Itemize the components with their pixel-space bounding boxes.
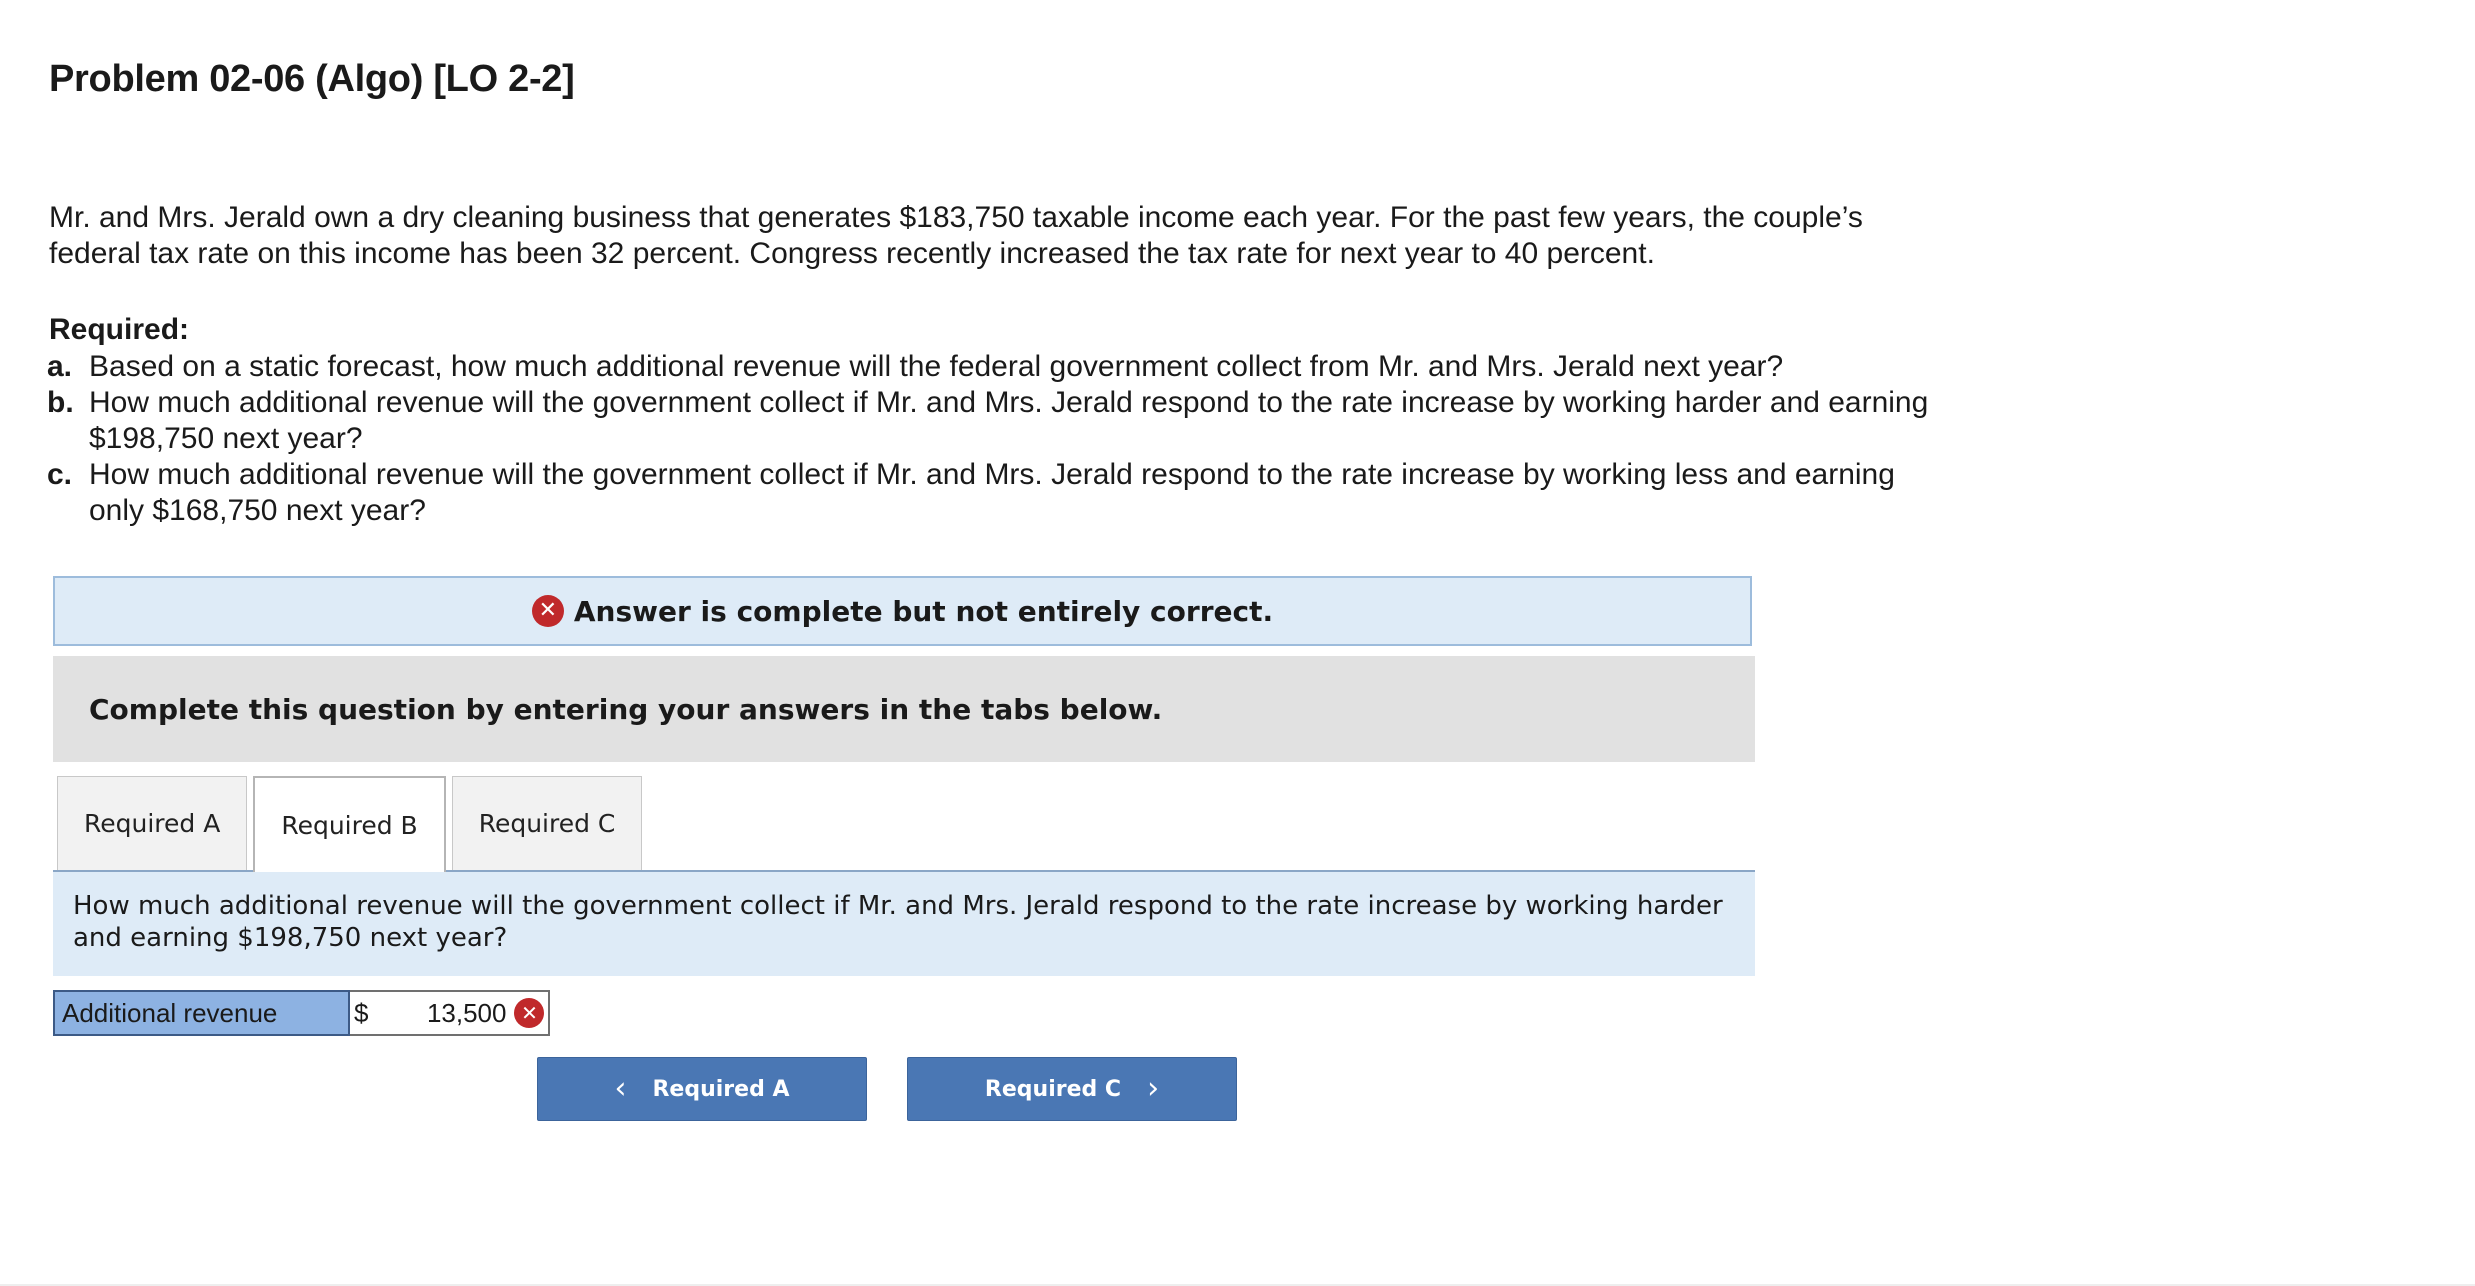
tab-label: Required A <box>84 809 221 838</box>
answer-row: Additional revenue $ ✕ <box>53 990 550 1036</box>
tab-required-b[interactable]: Required B <box>253 776 446 872</box>
chevron-right-icon: › <box>1147 1071 1160 1106</box>
prev-required-a-button[interactable]: ‹ Required A <box>537 1057 867 1121</box>
requirement-c: c. How much additional revenue will the … <box>47 457 1947 529</box>
prev-button-label: Required A <box>652 1076 790 1102</box>
currency-symbol: $ <box>354 997 369 1028</box>
tab-required-c[interactable]: Required C <box>451 776 643 870</box>
tab-label: Required B <box>281 810 418 840</box>
additional-revenue-input[interactable] <box>376 997 507 1029</box>
tab-question: How much additional revenue will the gov… <box>53 872 1755 976</box>
requirement-letter: a. <box>47 350 73 383</box>
requirement-b: b. How much additional revenue will the … <box>47 385 1947 457</box>
page: Problem 02-06 (Algo) [LO 2-2] Mr. and Mr… <box>0 0 2475 1286</box>
required-heading: Required: <box>49 313 190 346</box>
instructions-text: Complete this question by entering your … <box>89 692 1163 726</box>
answer-label: Additional revenue <box>53 990 350 1036</box>
x-circle-icon: ✕ <box>531 595 564 627</box>
tab-label: Required C <box>478 809 616 838</box>
requirement-a: a. Based on a static forecast, how much … <box>47 349 1947 385</box>
requirement-text: How much additional revenue will the gov… <box>89 458 1895 527</box>
problem-title: Problem 02-06 (Algo) [LO 2-2] <box>49 58 575 100</box>
tab-required-a[interactable]: Required A <box>57 776 248 870</box>
chevron-left-icon: ‹ <box>614 1071 627 1106</box>
requirement-text: Based on a static forecast, how much add… <box>89 350 1784 383</box>
next-button-label: Required C <box>984 1076 1122 1102</box>
instructions-banner: Complete this question by entering your … <box>53 656 1755 762</box>
requirement-text: How much additional revenue will the gov… <box>89 386 1929 455</box>
answer-status-text: Answer is complete but not entirely corr… <box>573 594 1274 628</box>
next-required-c-button[interactable]: Required C › <box>907 1057 1237 1121</box>
requirements-list: a. Based on a static forecast, how much … <box>47 349 1947 529</box>
answer-status-banner: ✕ Answer is complete but not entirely co… <box>53 576 1752 646</box>
problem-intro: Mr. and Mrs. Jerald own a dry cleaning b… <box>49 201 1863 270</box>
answer-cell: $ ✕ <box>350 990 550 1036</box>
tab-bar: Required A Required B Required C <box>57 776 648 872</box>
requirement-letter: c. <box>47 458 73 491</box>
incorrect-x-icon: ✕ <box>514 998 545 1028</box>
requirement-letter: b. <box>47 386 74 419</box>
